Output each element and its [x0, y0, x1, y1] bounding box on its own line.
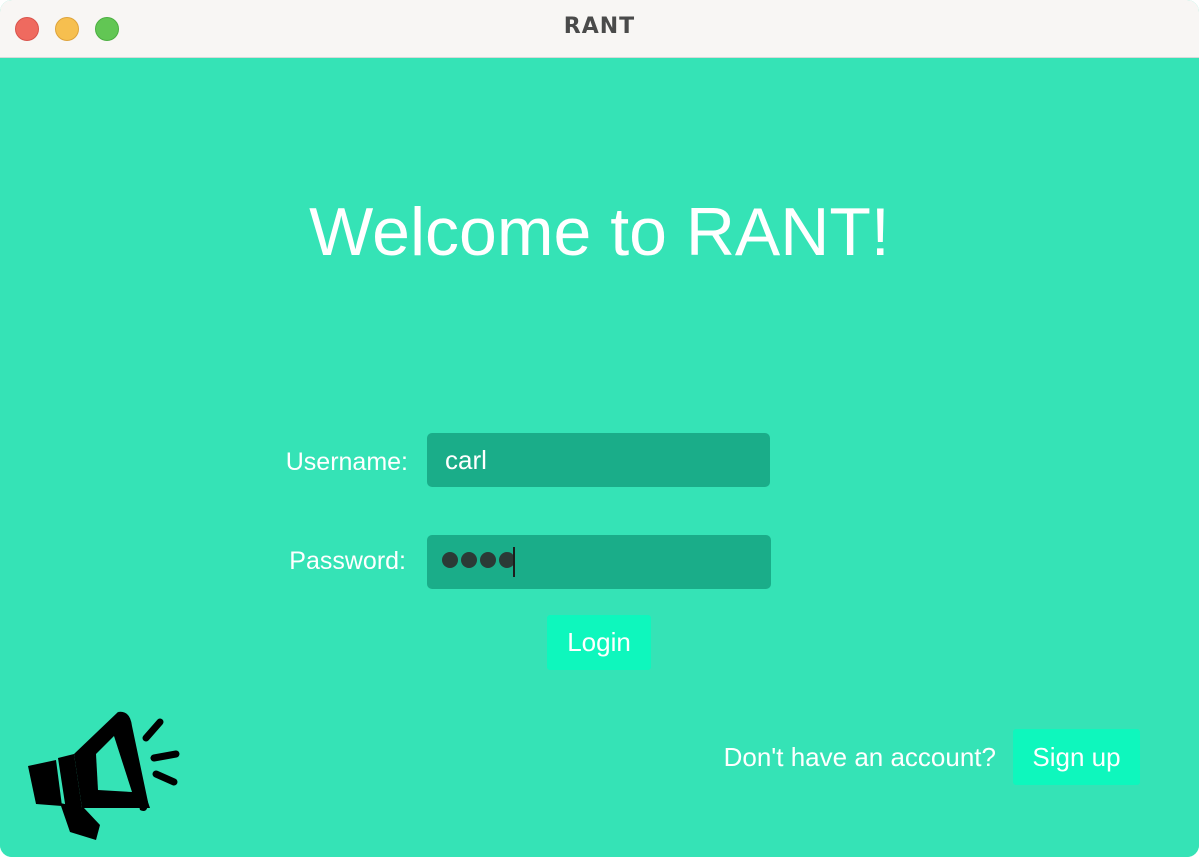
megaphone-icon — [28, 711, 180, 840]
password-mask — [442, 552, 515, 568]
text-cursor — [513, 547, 515, 577]
username-label: Username: — [285, 448, 408, 476]
login-button[interactable]: Login — [547, 615, 651, 670]
username-input[interactable]: carl — [427, 433, 770, 487]
app-window: RANT Welcome to RANT! Username: carl Pas… — [0, 0, 1199, 857]
password-input[interactable] — [427, 535, 771, 589]
window-title: RANT — [563, 14, 636, 39]
signup-button[interactable]: Sign up — [1013, 729, 1140, 785]
welcome-heading: Welcome to RANT! — [309, 194, 890, 270]
password-label: Password: — [289, 547, 406, 575]
account-prompt: Don't have an account? — [723, 742, 996, 772]
username-value: carl — [445, 445, 487, 475]
title-bar: RANT — [0, 0, 1199, 58]
login-screen: Welcome to RANT! Username: carl Password… — [0, 58, 1199, 857]
